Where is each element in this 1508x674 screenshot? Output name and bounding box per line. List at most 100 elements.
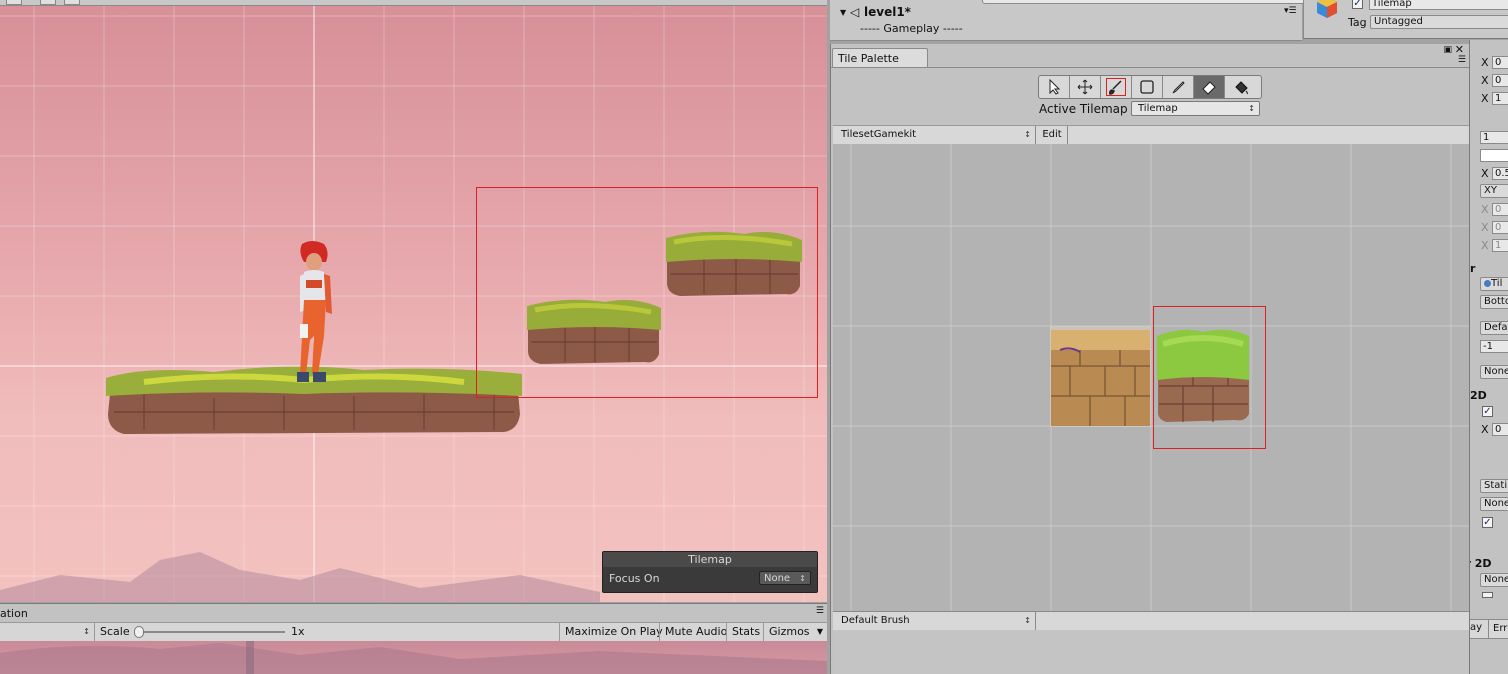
tileset-dropdown[interactable]: TilesetGamekit ↕	[833, 126, 1036, 144]
game-view[interactable]	[0, 641, 827, 674]
used-by-composite-checkbox[interactable]: ✓	[1482, 406, 1493, 417]
scale-field[interactable]: 1	[1492, 239, 1508, 252]
tilemap-renderer-button[interactable]: Til	[1480, 277, 1508, 291]
sort-order-dropdown[interactable]: Botto	[1480, 295, 1508, 309]
game-view-scenery	[0, 641, 827, 674]
palette-grid-lines	[833, 144, 1469, 611]
hierarchy-panel: ▼ ◁ level1* ▾☰ ----- Gameplay -----	[830, 0, 1314, 41]
offset-x-field[interactable]: 0	[1492, 203, 1508, 216]
focus-on-dropdown[interactable]: None ↕	[759, 571, 811, 585]
offset-x-field[interactable]: 0	[1492, 423, 1508, 436]
maximize-icon[interactable]: ▣	[1443, 45, 1452, 55]
box-fill-tool-button[interactable]	[1132, 76, 1163, 98]
expand-arrow-icon[interactable]: ▼	[840, 8, 846, 17]
body-type-dropdown[interactable]: Stati	[1480, 479, 1508, 493]
display-tab[interactable]: ay	[1470, 622, 1482, 633]
stats-button[interactable]: Stats	[726, 623, 765, 641]
palette-tile-sand[interactable]	[1050, 326, 1151, 427]
paint-brush-tool-button[interactable]	[1101, 76, 1132, 98]
flood-fill-tool-button[interactable]	[1225, 76, 1256, 98]
scene-name[interactable]: level1*	[864, 5, 911, 19]
select-tool-button[interactable]	[1039, 76, 1070, 98]
tab-divider	[831, 67, 1470, 68]
hierarchy-search-input[interactable]	[982, 0, 1314, 4]
dropdown-arrow-icon: ↕	[1024, 130, 1031, 139]
rotation-field[interactable]: 0	[1492, 221, 1508, 234]
offset-label: X	[1481, 423, 1489, 436]
select-arrow-icon	[1049, 79, 1061, 95]
color-field[interactable]	[1480, 149, 1508, 162]
panel-menu-icon[interactable]: ☰	[1458, 55, 1466, 65]
orientation-dropdown[interactable]: XY	[1480, 184, 1508, 198]
scene-tool-button[interactable]	[40, 0, 56, 5]
display-dropdown[interactable]: ↕	[0, 623, 95, 641]
animation-frame-rate-field[interactable]: 1	[1480, 131, 1508, 144]
order-in-layer-field[interactable]: -1	[1480, 340, 1508, 353]
active-tilemap-dropdown[interactable]: Tilemap ↕	[1131, 101, 1260, 116]
row-label: X	[1481, 167, 1489, 180]
animation-tab-label[interactable]: ation	[0, 607, 28, 620]
focus-on-value: None	[764, 573, 791, 584]
gizmos-button[interactable]: Gizmos ▼	[763, 623, 827, 641]
rotation-x-field[interactable]: 0	[1492, 74, 1508, 87]
palette-grid[interactable]	[833, 144, 1469, 611]
dropdown-arrow-icon: ↕	[1248, 104, 1255, 113]
hierarchy-item-gameplay[interactable]: ----- Gameplay -----	[860, 22, 963, 35]
tileset-name: TilesetGamekit	[841, 129, 917, 140]
game-view-tab-strip: ation ☰	[0, 603, 827, 623]
row-label: X	[1481, 92, 1489, 105]
unity-scene-icon: ◁	[850, 5, 860, 19]
move-tool-button[interactable]	[1070, 76, 1101, 98]
player-character[interactable]	[292, 240, 338, 386]
dropdown-arrow-icon: ▼	[816, 627, 823, 636]
mask-interaction-dropdown[interactable]: None	[1480, 365, 1508, 379]
error-pause-tab[interactable]: Err	[1488, 620, 1507, 638]
dropdown-arrow-icon: ↕	[83, 627, 90, 636]
object-name-field[interactable]: Tilemap	[1369, 0, 1508, 10]
dropdown-arrow-icon: ↕	[1024, 616, 1031, 625]
edit-palette-button[interactable]: Edit	[1037, 126, 1068, 144]
overlay-title: Tilemap	[603, 552, 817, 567]
physics-material-field[interactable]: None	[1480, 573, 1508, 587]
scale-x-field[interactable]: 1	[1492, 92, 1508, 105]
is-trigger-checkbox[interactable]	[1482, 592, 1493, 598]
tag-dropdown[interactable]: Untagged	[1370, 15, 1508, 29]
row-label: X	[1481, 74, 1489, 87]
background-mountains	[0, 552, 600, 602]
scale-value: 1x	[291, 625, 305, 638]
composite-collider-2d-header: er 2D	[1470, 557, 1492, 570]
palette-header-bar: TilesetGamekit ↕ Edit	[833, 125, 1469, 145]
position-x-field[interactable]: 0	[1492, 56, 1508, 69]
eraser-tool-button[interactable]	[1194, 76, 1225, 98]
scale-slider-thumb[interactable]	[134, 626, 144, 638]
radio-dot-icon	[1484, 280, 1491, 287]
box-fill-icon	[1140, 80, 1154, 94]
simulated-checkbox[interactable]: ✓	[1482, 517, 1493, 528]
tag-label: Tag	[1348, 16, 1367, 29]
picker-tool-button[interactable]	[1163, 76, 1194, 98]
dropdown-arrow-icon: ↕	[799, 574, 806, 583]
scale-slider[interactable]	[137, 631, 285, 633]
maximize-on-play-button[interactable]: Maximize On Play	[559, 623, 668, 641]
scene-menu-icon[interactable]: ▾☰	[1284, 6, 1297, 16]
scale-label: Scale	[100, 625, 130, 638]
tab-tile-palette[interactable]: Tile Palette	[832, 48, 928, 67]
console-toolbar: ay Err	[1470, 619, 1508, 639]
sorting-layer-dropdown[interactable]: Defa	[1480, 321, 1508, 335]
mute-audio-button[interactable]: Mute Audio	[659, 623, 732, 641]
paint-brush-icon	[1106, 78, 1126, 96]
scene-tool-button[interactable]	[6, 0, 22, 5]
tile-anchor-x-field[interactable]: 0.5	[1492, 167, 1508, 180]
scene-tool-button[interactable]	[64, 0, 80, 5]
inspector-panel: X 0 X 0 X 1 1 X 0.5 XY X 0 X 0 X 1 r Til…	[1469, 40, 1508, 674]
move-arrows-icon	[1077, 79, 1093, 95]
row-label: X	[1481, 239, 1489, 252]
brush-dropdown[interactable]: Default Brush ↕	[833, 612, 1036, 630]
gameobject-cube-icon	[1317, 0, 1337, 18]
scene-view[interactable]: Tilemap Focus On None ↕	[0, 0, 827, 602]
material-field[interactable]: None	[1480, 497, 1508, 511]
active-checkbox[interactable]: ✓	[1352, 0, 1363, 9]
tab-menu-icon[interactable]: ☰	[816, 606, 824, 616]
gizmos-label: Gizmos	[769, 625, 810, 638]
brush-name: Default Brush	[841, 615, 910, 626]
